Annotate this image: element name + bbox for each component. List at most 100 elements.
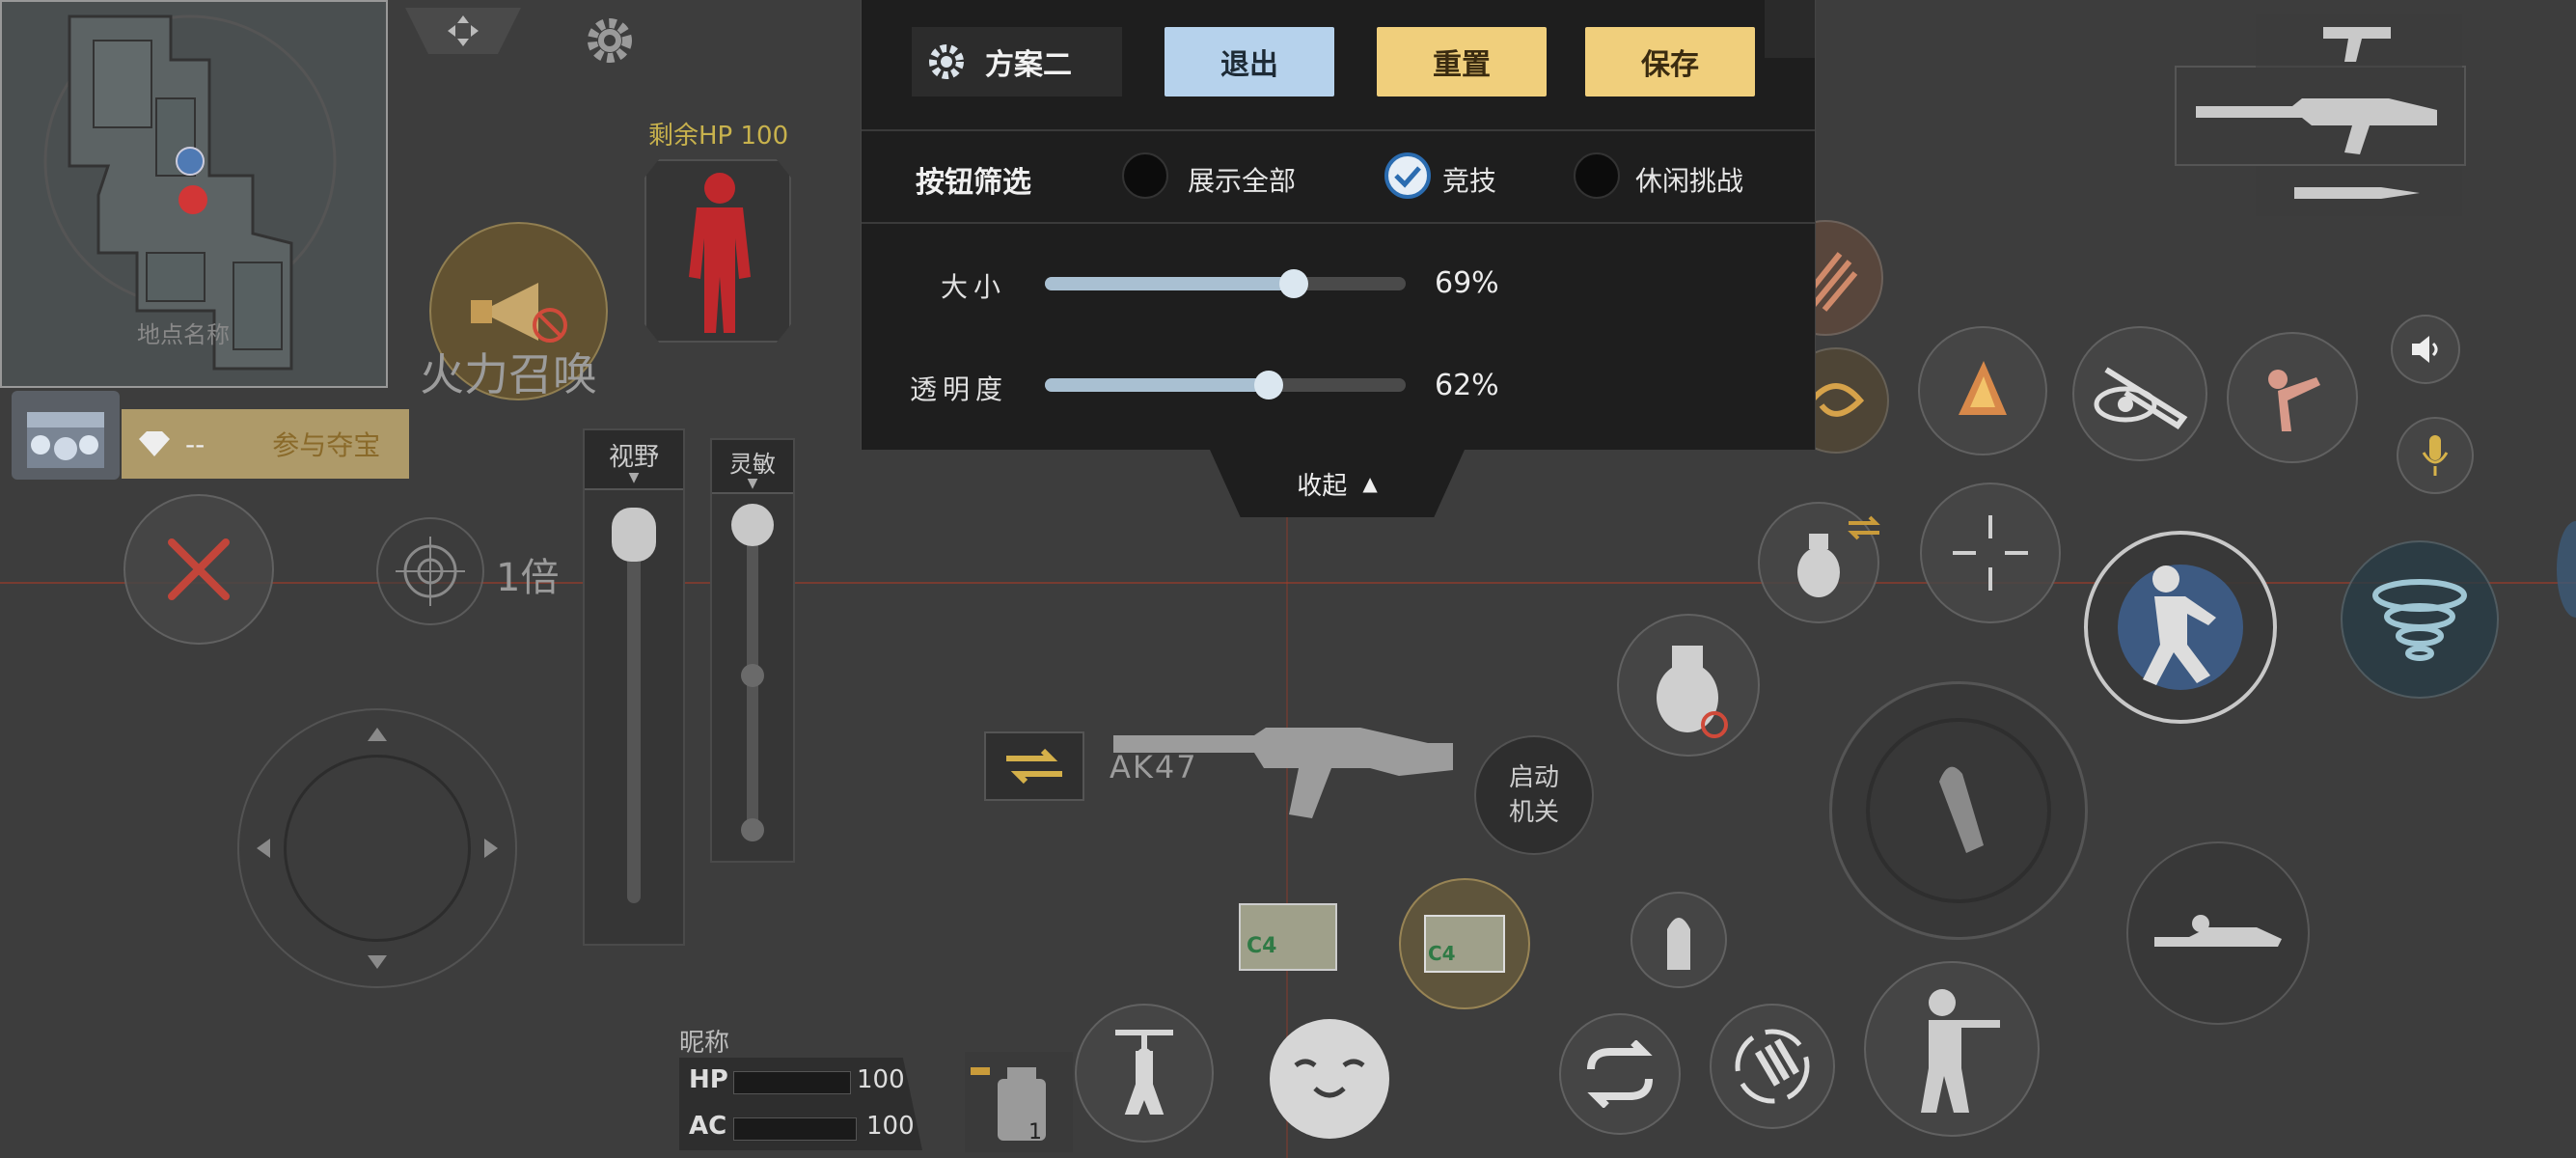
filter-casual-label[interactable]: 休闲挑战 — [1635, 160, 1743, 199]
view-slider-knob[interactable] — [612, 508, 656, 562]
chevron-down-icon: ▼ — [747, 475, 758, 491]
sensitivity-slider-knob[interactable] — [731, 504, 774, 546]
skill-rifle-eye-button[interactable] — [2072, 326, 2207, 461]
kick-icon — [2268, 370, 2320, 431]
ac-label: AC — [689, 1112, 727, 1141]
cycle-arrows-icon — [1587, 1040, 1653, 1108]
view-slider-label: 视野 — [608, 442, 659, 472]
tornado-icon — [2372, 579, 2467, 661]
treasure-chest-icon — [12, 391, 120, 480]
join-treasure-label: 参与夺宝 — [272, 429, 381, 461]
emote-button[interactable] — [1270, 1019, 1389, 1139]
sensitivity-slider-bottom-dot — [741, 818, 764, 841]
reload-bullets-icon — [1735, 1029, 1810, 1104]
speaker-button[interactable] — [2391, 315, 2460, 384]
movement-joystick[interactable] — [237, 708, 517, 988]
primary-weapon-slot[interactable]: AK47 — [1110, 714, 1457, 830]
cancel-button[interactable] — [123, 494, 274, 645]
skill-partial-button[interactable] — [2557, 521, 2576, 618]
start-mechanism-label: 启动 机关 — [1508, 763, 1559, 827]
view-slider-panel[interactable]: 视野 ▼ — [583, 428, 685, 946]
opacity-value: 62% — [1435, 369, 1499, 402]
hp-bar — [733, 1071, 851, 1094]
throw-grenade-button[interactable] — [1617, 614, 1760, 757]
c4-slot-right[interactable]: C4 — [1399, 878, 1530, 1009]
layout-settings-panel: 方案二 退出 重置 保存 按钮筛选 展示全部 竞技 休闲挑战 大小 69% 透明… — [861, 0, 1816, 450]
settings-gear-button[interactable] — [581, 12, 639, 69]
knife-slot[interactable] — [2256, 166, 2462, 216]
pistol-slot[interactable] — [2256, 14, 2462, 68]
player-nickname: 昵称 — [679, 1029, 730, 1058]
opacity-slider-knob[interactable] — [1254, 371, 1283, 400]
treasure-dashes: -- — [185, 427, 206, 460]
speaker-icon — [2412, 336, 2438, 363]
size-slider-fill — [1045, 277, 1294, 290]
climbing-figure-icon — [1115, 1030, 1173, 1115]
scheme-selector[interactable]: 方案二 — [912, 27, 1122, 96]
sensitivity-slider-header: 灵敏 ▼ — [712, 440, 793, 494]
start-mechanism-button[interactable]: 启动 机关 — [1474, 735, 1594, 855]
bullet-icon — [1667, 918, 1690, 970]
join-treasure-banner[interactable]: -- 参与夺宝 — [122, 409, 409, 479]
panel-divider-mid — [862, 222, 1815, 224]
filter-show-all-label[interactable]: 展示全部 — [1188, 160, 1296, 199]
sensitivity-slider-panel[interactable]: 灵敏 ▼ — [710, 438, 795, 863]
climb-button[interactable] — [1075, 1004, 1214, 1143]
collapse-panel-button[interactable]: 收起 ▲ — [1210, 450, 1465, 517]
prone-button[interactable] — [2126, 841, 2310, 1025]
face-emote-icon — [1294, 1059, 1365, 1098]
switch-weapon-button[interactable] — [1559, 1013, 1681, 1135]
jump-button[interactable] — [2084, 531, 2277, 724]
direction-arrows-icon — [257, 728, 498, 969]
remaining-hp-label: 剩余HP 100 — [648, 122, 789, 151]
move-layout-button[interactable] — [405, 8, 521, 54]
view-slider-header: 视野 ▼ — [585, 430, 683, 490]
svg-text:1: 1 — [1028, 1120, 1042, 1144]
sensitivity-slider-label: 灵敏 — [729, 450, 776, 478]
reset-button[interactable]: 重置 — [1377, 27, 1547, 96]
microphone-button[interactable] — [2397, 417, 2474, 494]
grenade-large-icon — [1657, 646, 1728, 738]
prone-soldier-icon — [2154, 915, 2282, 947]
skill-tornado-button[interactable] — [2341, 540, 2499, 699]
assault-rifle-icon — [2196, 98, 2437, 154]
c4-slot-left[interactable]: C4 — [1239, 903, 1337, 971]
microphone-icon — [2422, 435, 2449, 476]
backpack-icon: 1 — [971, 1067, 1046, 1144]
weapon-switch-button[interactable] — [984, 731, 1084, 801]
filter-show-all-radio[interactable] — [1122, 152, 1168, 199]
filter-casual-radio[interactable] — [1574, 152, 1620, 199]
skill-fire-button[interactable] — [1918, 326, 2047, 455]
aim-stance-button[interactable] — [1864, 961, 2040, 1137]
aim-down-sights-button[interactable] — [1920, 482, 2061, 623]
size-slider[interactable] — [1045, 269, 1406, 298]
filter-competitive-radio[interactable] — [1384, 152, 1431, 199]
exit-button[interactable]: 退出 — [1165, 27, 1334, 96]
c4-label: C4 — [1247, 934, 1277, 958]
scheme-name: 方案二 — [985, 48, 1072, 82]
minimap[interactable]: 地点名称 — [0, 0, 388, 388]
filter-competitive-label[interactable]: 竞技 — [1442, 160, 1496, 199]
c4-label-right: C4 — [1428, 942, 1456, 965]
filter-label: 按钮筛选 — [916, 166, 1031, 200]
ac-bar — [733, 1117, 857, 1141]
player-marker-icon — [176, 147, 205, 176]
gear-icon — [929, 44, 964, 79]
view-slider-track — [627, 517, 641, 903]
jump-inner — [2118, 565, 2243, 690]
bullet-fire-icon — [1939, 766, 1984, 853]
save-button[interactable]: 保存 — [1585, 27, 1755, 96]
size-slider-knob[interactable] — [1279, 269, 1308, 298]
skill-kick-button[interactable] — [2227, 332, 2358, 463]
reload-button[interactable] — [1710, 1004, 1835, 1129]
diamond-icon — [139, 431, 170, 456]
collapse-label: 收起 — [1297, 471, 1348, 501]
panel-corner-tab[interactable] — [1765, 0, 1815, 58]
ammo-swap-button[interactable] — [1631, 892, 1727, 988]
weapon-select-panel[interactable] — [2175, 66, 2466, 166]
ac-value: 100 — [866, 1112, 915, 1141]
scope-button[interactable] — [376, 517, 484, 625]
backpack-button[interactable]: 1 — [965, 1052, 1073, 1152]
fire-button[interactable] — [1829, 681, 2088, 940]
opacity-slider[interactable] — [1045, 371, 1406, 400]
